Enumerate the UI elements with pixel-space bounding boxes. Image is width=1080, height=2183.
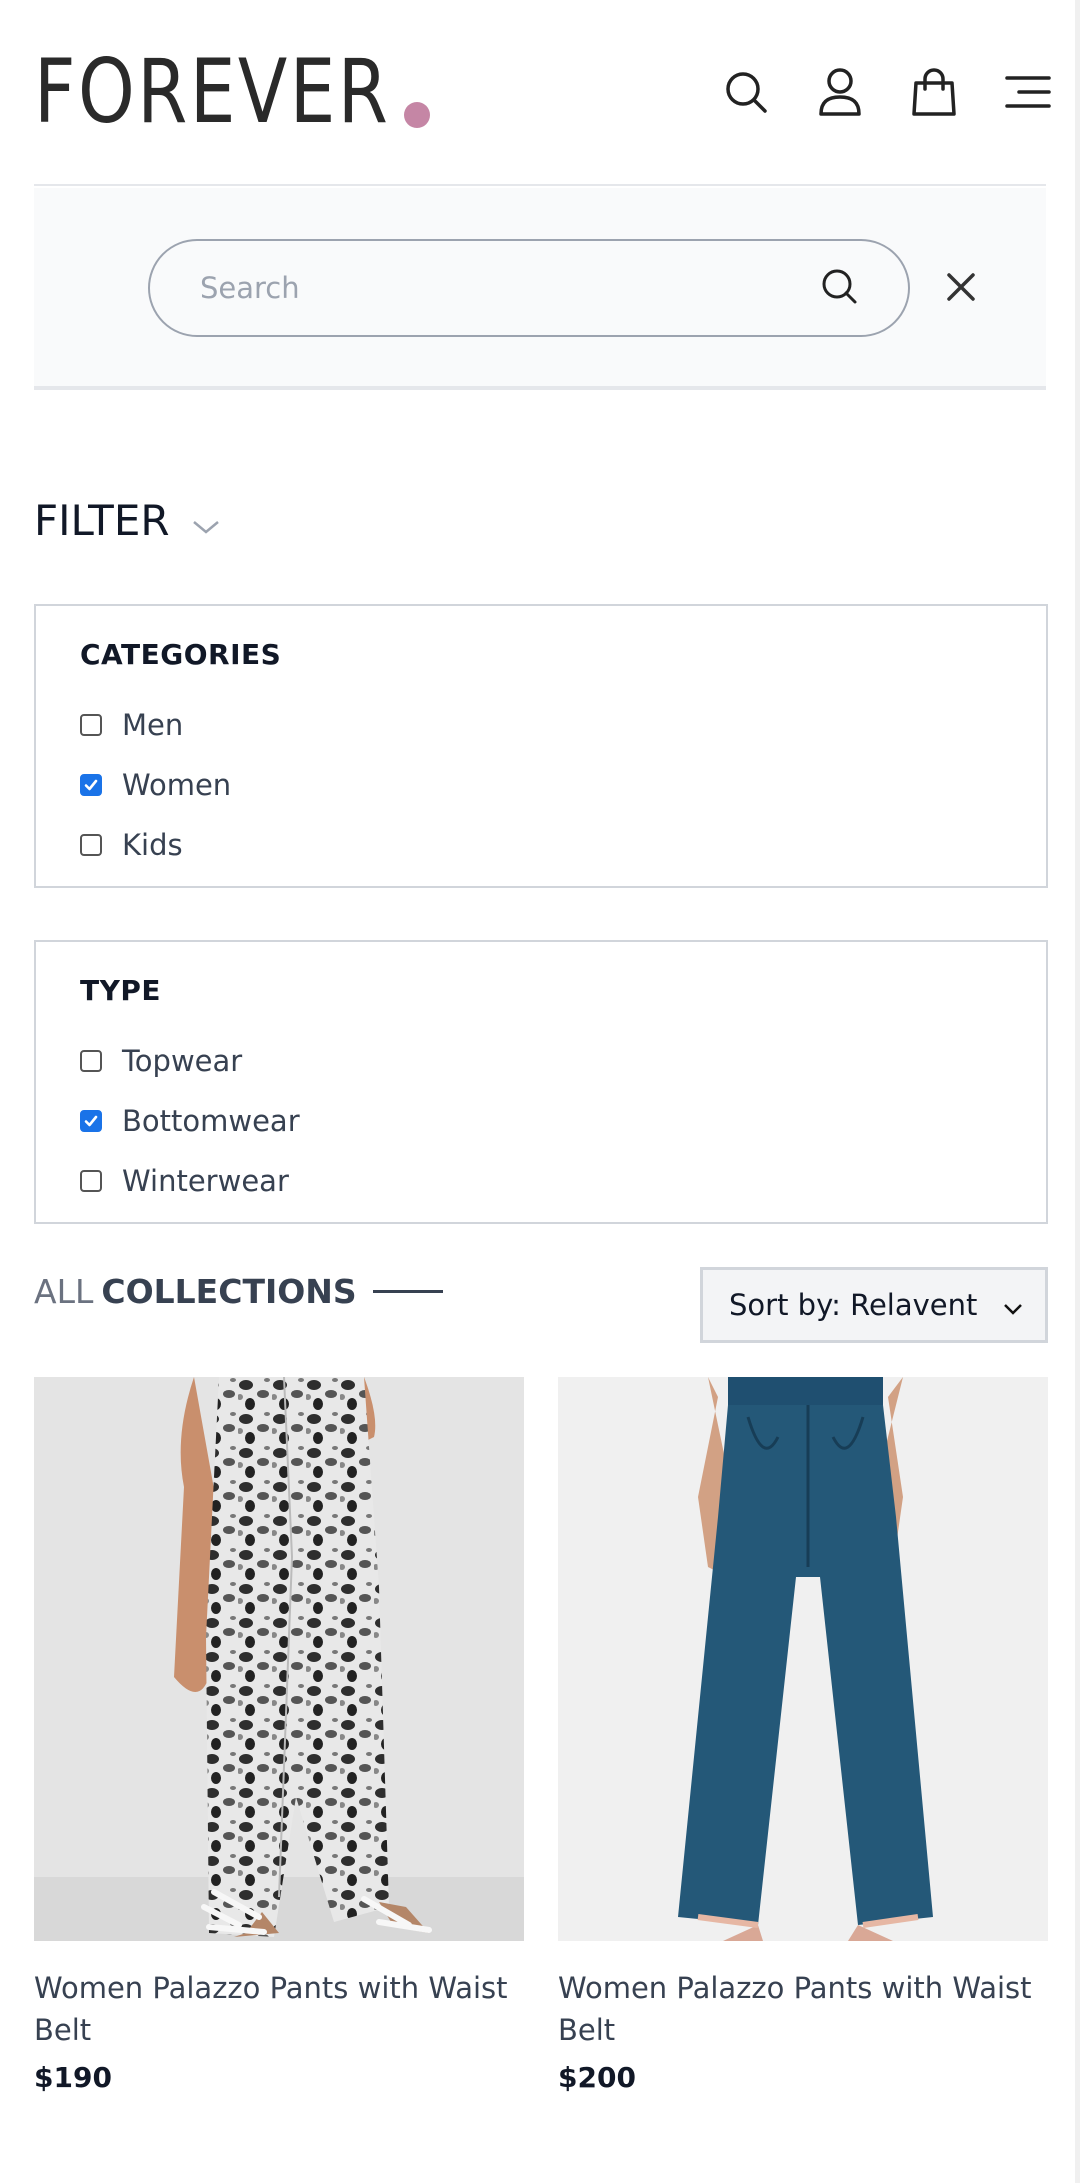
chevron-down-icon xyxy=(192,496,220,545)
filter-toggle[interactable]: FILTER xyxy=(34,496,220,545)
close-search-icon[interactable] xyxy=(934,260,988,314)
type-title: TYPE xyxy=(80,974,162,1007)
checkbox-men[interactable] xyxy=(80,714,102,736)
brand-logo[interactable]: FOREVER xyxy=(34,48,430,136)
type-label-winterwear: Winterwear xyxy=(122,1164,289,1198)
chevron-down-icon xyxy=(1003,1288,1023,1322)
menu-icon[interactable] xyxy=(1004,68,1052,116)
header-actions xyxy=(722,68,1052,116)
search-bar-section xyxy=(34,188,1046,390)
collections-heading: ALL COLLECTIONS xyxy=(34,1272,443,1311)
type-option-bottomwear[interactable]: Bottomwear xyxy=(80,1091,1002,1151)
type-option-topwear[interactable]: Topwear xyxy=(80,1031,1002,1091)
type-filter: TYPE Topwear Bottomwear Winterwear xyxy=(34,940,1048,1224)
user-icon[interactable] xyxy=(816,68,864,116)
search-box xyxy=(148,239,910,337)
sort-select[interactable]: Sort by: Relavent xyxy=(700,1267,1048,1343)
heading-divider-line xyxy=(372,1290,443,1293)
search-input[interactable] xyxy=(200,271,820,305)
sort-selected-value: Sort by: Relavent xyxy=(729,1288,978,1322)
checkbox-women[interactable] xyxy=(80,774,102,796)
type-label-bottomwear: Bottomwear xyxy=(122,1104,300,1138)
type-option-winterwear[interactable]: Winterwear xyxy=(80,1151,1002,1211)
product-card[interactable]: Women Palazzo Pants with Waist Belt $190 xyxy=(34,1377,524,2094)
type-label-topwear: Topwear xyxy=(122,1044,243,1078)
product-name[interactable]: Women Palazzo Pants with Waist Belt xyxy=(558,1967,1048,2051)
brand-logo-dot xyxy=(404,102,430,128)
product-price: $190 xyxy=(34,2061,112,2094)
search-submit-icon[interactable] xyxy=(820,267,858,309)
category-option-men[interactable]: Men xyxy=(80,695,1002,755)
checkbox-winterwear[interactable] xyxy=(80,1170,102,1192)
search-icon[interactable] xyxy=(722,68,770,116)
product-image[interactable] xyxy=(558,1377,1048,1941)
collections-prefix: ALL xyxy=(34,1272,94,1311)
category-label-women: Women xyxy=(122,768,232,802)
filter-title: FILTER xyxy=(34,496,170,545)
product-card[interactable]: Women Palazzo Pants with Waist Belt $200 xyxy=(558,1377,1048,2094)
brand-logo-text: FOREVER xyxy=(34,40,391,143)
bag-icon[interactable] xyxy=(910,68,958,116)
category-label-men: Men xyxy=(122,708,184,742)
checkbox-topwear[interactable] xyxy=(80,1050,102,1072)
checkbox-bottomwear[interactable] xyxy=(80,1110,102,1132)
category-option-women[interactable]: Women xyxy=(80,755,1002,815)
categories-title: CATEGORIES xyxy=(80,638,282,671)
collections-title: COLLECTIONS xyxy=(101,1272,357,1311)
category-option-kids[interactable]: Kids xyxy=(80,815,1002,875)
product-price: $200 xyxy=(558,2061,636,2094)
scrollbar[interactable] xyxy=(1075,0,1080,2183)
category-label-kids: Kids xyxy=(122,828,183,862)
checkbox-kids[interactable] xyxy=(80,834,102,856)
product-image[interactable] xyxy=(34,1377,524,1941)
site-header: FOREVER xyxy=(34,0,1051,186)
product-name[interactable]: Women Palazzo Pants with Waist Belt xyxy=(34,1967,524,2051)
categories-filter: CATEGORIES Men Women Kids xyxy=(34,604,1048,888)
